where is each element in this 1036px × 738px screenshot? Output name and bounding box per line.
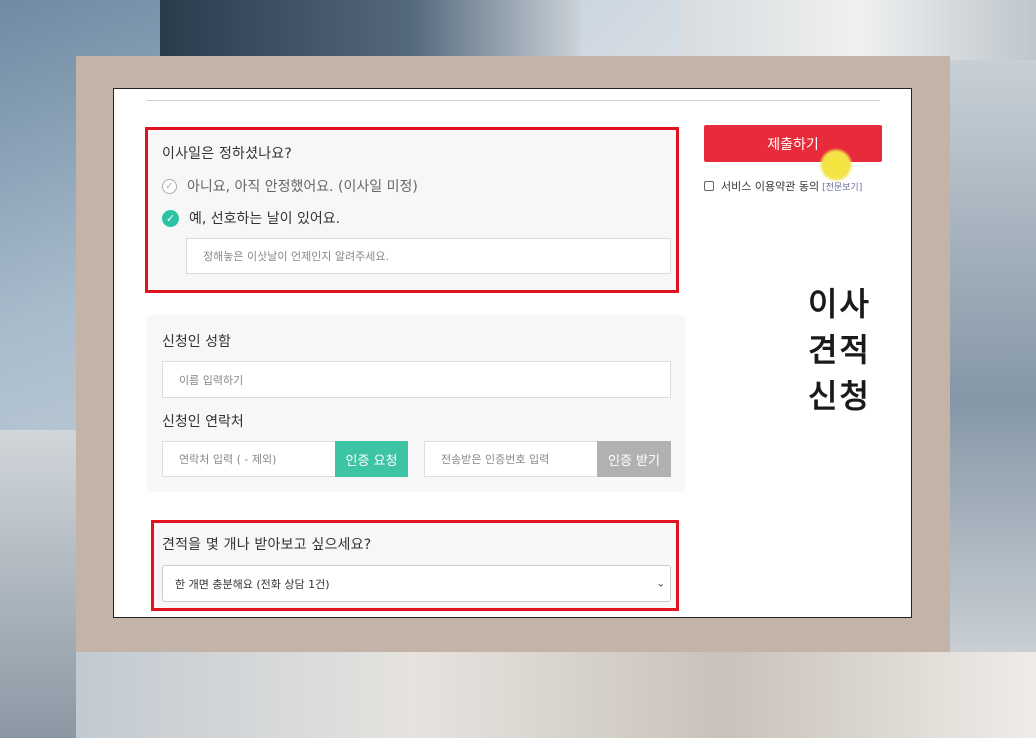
auth-code-input[interactable]: 전송받은 인증번호 입력 — [424, 441, 598, 477]
side-title-line: 이사 — [808, 285, 871, 323]
option-undecided[interactable]: ✓ 아니요, 아직 안정했어요. (이사일 미정) — [162, 176, 418, 196]
contact-label: 신청인 연락처 — [162, 414, 244, 430]
auth-code-placeholder: 전송받은 인증번호 입력 — [441, 453, 550, 466]
background-building — [680, 0, 1036, 60]
side-title-line: 신청 — [808, 377, 871, 415]
option-preferred-label: 예, 선호하는 날이 있어요. — [189, 211, 341, 227]
quote-count-question: 견적을 몇 개나 받아보고 싶으세요? — [162, 537, 372, 553]
terms-text: 서비스 이용약관 동의 — [721, 180, 820, 193]
background-building — [0, 430, 76, 738]
terms-agreement[interactable]: 서비스 이용약관 동의 [전문보기] — [704, 178, 862, 194]
phone-placeholder: 연락처 입력 ( - 제외) — [179, 453, 277, 466]
check-circle-filled-icon: ✓ — [162, 209, 179, 227]
name-label: 신청인 성함 — [162, 334, 231, 350]
cursor-highlight — [819, 148, 853, 182]
side-title: 이사 견적 신청 — [808, 281, 871, 419]
side-title-line: 견적 — [808, 331, 871, 369]
background-building — [950, 60, 1036, 738]
chevron-down-icon: ⌄ — [656, 578, 665, 589]
name-input[interactable]: 이름 입력하기 — [162, 361, 671, 398]
move-date-question: 이사일은 정하셨나요? — [162, 146, 293, 162]
move-date-placeholder: 정해놓은 이삿날이 언제인지 알려주세요. — [203, 250, 390, 263]
background-building — [0, 652, 1036, 738]
background-building — [160, 0, 580, 60]
move-date-input[interactable]: 정해놓은 이삿날이 언제인지 알려주세요. — [186, 238, 671, 274]
option-preferred-date[interactable]: ✓ 예, 선호하는 날이 있어요. — [162, 208, 340, 228]
check-circle-outline-icon: ✓ — [162, 178, 177, 194]
terms-full-link[interactable]: [전문보기] — [822, 180, 862, 193]
terms-checkbox[interactable] — [704, 181, 714, 191]
name-placeholder: 이름 입력하기 — [179, 373, 244, 387]
phone-input[interactable]: 연락처 입력 ( - 제외) — [162, 441, 336, 477]
quote-count-select[interactable]: 한 개면 충분해요 (전화 상담 1건) ⌄ — [162, 565, 671, 602]
divider — [146, 100, 880, 101]
receive-auth-button[interactable]: 인증 받기 — [597, 441, 671, 477]
submit-button[interactable]: 제출하기 — [704, 125, 882, 162]
request-auth-button[interactable]: 인증 요청 — [335, 441, 408, 477]
form-panel: 이사일은 정하셨나요? ✓ 아니요, 아직 안정했어요. (이사일 미정) ✓ … — [113, 88, 912, 618]
option-undecided-label: 아니요, 아직 안정했어요. (이사일 미정) — [187, 179, 418, 195]
quote-count-selected: 한 개면 충분해요 (전화 상담 1건) — [175, 577, 330, 591]
